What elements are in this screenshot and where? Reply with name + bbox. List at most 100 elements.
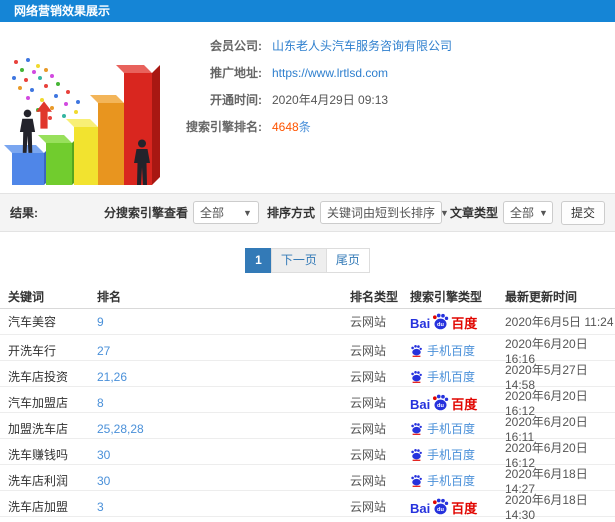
keyword-cell: 洗车店投资 [8,370,69,384]
rank-type-cell: 云网站 [350,370,387,384]
rank-link[interactable]: 9 [97,315,350,329]
baidu-paw-icon: du [433,394,449,411]
engine-cell: 手机百度 [410,472,505,489]
filter-bar: 结果: 分搜索引擎查看 全部 ▼ 排序方式 关键词由短到长排序 ▼ 文章类型 全… [0,193,615,232]
marketing-chart-illustration [0,22,185,192]
mobile-baidu-label: 手机百度 [427,370,476,384]
rank-link[interactable]: 8 [97,396,350,410]
businessman-figure [18,109,37,155]
mobile-baidu-badge: 手机百度 [410,446,475,463]
bar-yellow [74,127,98,185]
engine-cell: 手机百度 [410,446,505,463]
info-row-opened: 开通时间: 2020年4月29日 09:13 [172,86,452,113]
table-row: 洗车店加盟 3 云网站 Bai du 百度 2020年6月18日 14:30 [0,491,615,522]
page-button-current[interactable]: 1 [245,248,272,273]
header-engine-type: 搜索引擎类型 [410,290,483,304]
updated-cell: 2020年6月18日 14:30 [505,493,588,522]
article-type-value: 全部 [509,206,534,220]
article-type-label: 文章类型 [449,206,498,220]
rank-type-cell: 云网站 [350,448,387,462]
header-rank: 排名 [97,290,122,304]
bar-orange [98,103,124,185]
table-row: 洗车赚钱吗 30 云网站 手机百度 2020年6月20日 16:12 [0,439,615,470]
table-row: 洗车店投资 21,26 云网站 手机百度 2020年5月27日 14:58 [0,361,615,392]
rank-type-cell: 云网站 [350,396,387,410]
engine-filter-value: 全部 [199,206,224,220]
title-bar: 网络营销效果展示 [0,0,615,22]
bar-green [46,143,72,185]
rank-link[interactable]: 27 [97,344,350,358]
table-row: 洗车店利润 30 云网站 手机百度 2020年6月18日 14:27 [0,465,615,496]
keyword-cell: 洗车赚钱吗 [8,448,69,462]
member-info: 会员公司: 山东老人头汽车服务咨询有限公司 推广地址: https://www.… [172,32,452,140]
rank-link[interactable]: 30 [97,474,350,488]
engine-cell: Bai du 百度 [410,498,505,515]
engine-filter-label: 分搜索引擎查看 [103,206,188,220]
businessman-figure [132,138,152,188]
promo-url-label: 推广地址: [210,66,262,80]
keyword-cell: 加盟洗车店 [8,422,69,436]
baidu-paw-icon: du [433,313,449,330]
info-row-url: 推广地址: https://www.lrtlsd.com [172,59,452,86]
keyword-cell: 开洗车行 [8,344,57,358]
rank-type-cell: 云网站 [350,474,387,488]
baidu-paw-icon [411,370,422,383]
baidu-logo: Bai du 百度 [410,498,477,515]
rank-type-cell: 云网站 [350,500,387,514]
baidu-paw-icon [411,422,422,435]
baidu-paw-icon [411,448,422,461]
article-type-select[interactable]: 全部 ▼ [502,201,553,224]
baidu-logo-suffix: 百度 [451,316,478,331]
company-link[interactable]: 山东老人头汽车服务咨询有限公司 [272,37,452,54]
table-row: 开洗车行 27 云网站 手机百度 2020年6月20日 16:16 [0,335,615,366]
rank-link[interactable]: 30 [97,448,350,462]
sort-value: 关键词由短到长排序 [326,206,435,220]
page-title: 网络营销效果展示 [14,4,111,18]
rank-count-value[interactable]: 4648条 [272,118,311,135]
keyword-cell: 洗车店利润 [8,474,69,488]
engine-cell: 手机百度 [410,420,505,437]
growth-arrow-icon [36,100,52,130]
engine-cell: 手机百度 [410,342,505,359]
rank-count-label: 搜索引擎排名: [186,120,262,134]
rank-count-unit: 条 [298,120,311,134]
svg-text:du: du [437,322,444,328]
baidu-logo: Bai du 百度 [410,313,477,330]
engine-filter-select[interactable]: 全部 ▼ [192,201,259,224]
baidu-paw-icon: du [433,498,449,515]
opened-label: 开通时间: [210,93,262,107]
mobile-baidu-badge: 手机百度 [410,342,475,359]
rank-type-cell: 云网站 [350,422,387,436]
updated-cell: 2020年6月5日 11:24 [505,315,614,329]
promo-url-link[interactable]: https://www.lrtlsd.com [272,66,388,80]
company-label: 会员公司: [210,39,262,53]
rank-table: 关键词 排名 排名类型 搜索引擎类型 最新更新时间 汽车美容 9 云网站 Bai… [0,285,615,522]
table-row: 加盟洗车店 25,28,28 云网站 手机百度 2020年6月20日 16:11 [0,413,615,444]
result-label: 结果: [10,206,38,220]
summary-section: 会员公司: 山东老人头汽车服务咨询有限公司 推广地址: https://www.… [0,22,615,192]
chevron-down-icon: ▼ [439,207,449,218]
submit-button[interactable]: 提交 [560,200,605,225]
sort-select[interactable]: 关键词由短到长排序 ▼ [319,201,449,224]
last-page-button[interactable]: 尾页 [325,248,370,273]
table-row: 汽车美容 9 云网站 Bai du 百度 2020年6月5日 11:24 [0,309,615,335]
rank-link[interactable]: 3 [97,500,350,514]
rank-count-number: 4648 [272,120,299,134]
rank-type-cell: 云网站 [350,315,387,329]
baidu-logo: Bai du 百度 [410,394,477,411]
table-row: 汽车加盟店 8 云网站 Bai du 百度 2020年6月20日 16:12 [0,387,615,418]
keyword-cell: 汽车美容 [8,315,57,329]
next-page-button[interactable]: 下一页 [270,248,327,273]
baidu-logo-prefix: Bai [410,397,431,412]
rank-link[interactable]: 25,28,28 [97,422,350,436]
mobile-baidu-badge: 手机百度 [410,420,475,437]
mobile-baidu-label: 手机百度 [427,448,476,462]
baidu-logo-prefix: Bai [410,501,431,516]
chevron-down-icon: ▼ [243,207,252,218]
baidu-paw-icon [411,344,422,357]
info-row-rank-count: 搜索引擎排名: 4648条 [172,113,452,140]
mobile-baidu-label: 手机百度 [427,344,476,358]
rank-link[interactable]: 21,26 [97,370,350,384]
bar-blue [12,153,44,185]
baidu-logo-suffix: 百度 [451,397,478,412]
